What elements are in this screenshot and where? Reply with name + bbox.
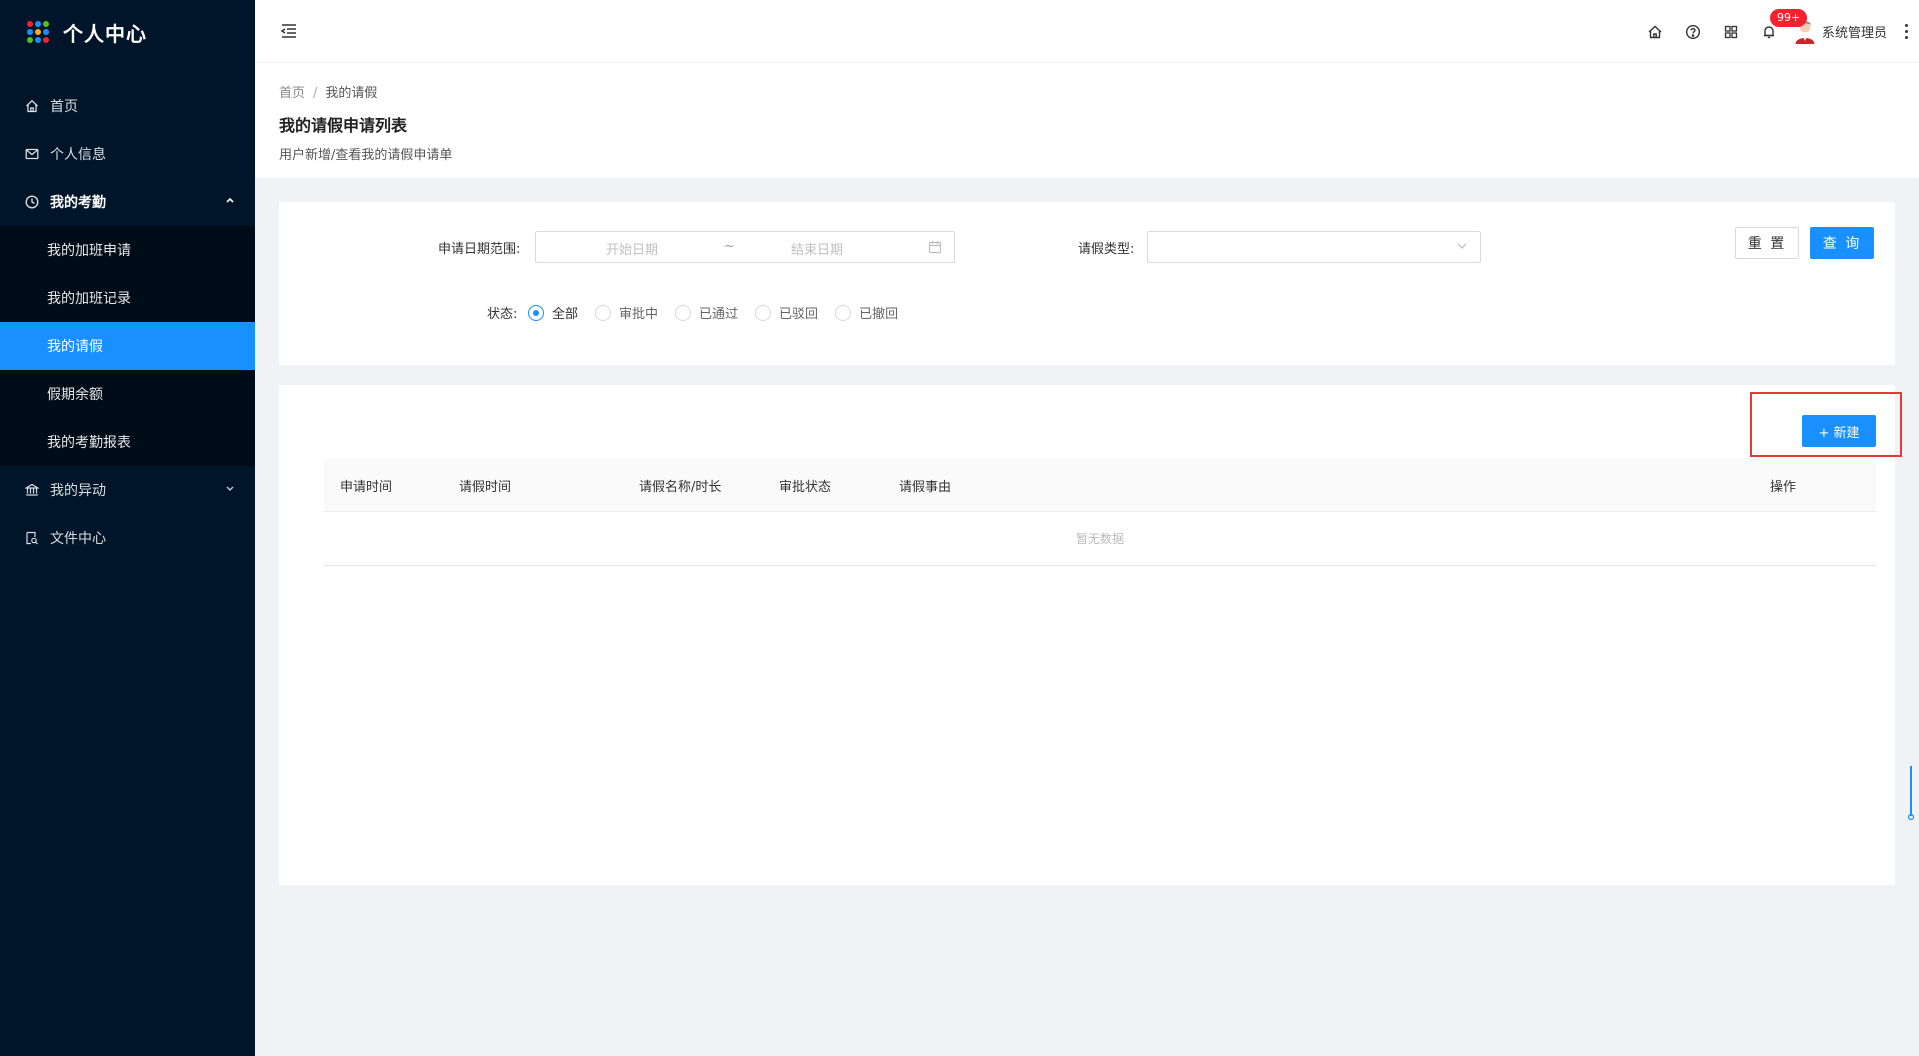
page-subtitle: 用户新增/查看我的请假申请单 [279, 148, 453, 163]
sidebar-item-label: 首页 [50, 99, 78, 115]
user-name: 系统管理员 [1821, 26, 1887, 41]
sidebar-item-my-attendance[interactable]: 我的考勤 [0, 178, 255, 226]
reset-button[interactable]: 重 置 [1735, 227, 1799, 259]
sidebar-item-overtime-records[interactable]: 我的加班记录 [0, 274, 255, 322]
notification-badge: 99+ [1769, 9, 1808, 27]
start-date-input[interactable]: 开始日期 [606, 239, 658, 258]
end-date-input[interactable]: 结束日期 [791, 239, 843, 258]
sidebar-menu: 首页 个人信息 我的考勤 我的加班申请 我的加班记录 我的请假 假期余额 我的考… [0, 82, 255, 562]
column-header[interactable]: 审批状态 [779, 476, 831, 495]
date-range-picker[interactable]: 开始日期 ~ 结束日期 [535, 231, 955, 263]
status-radio-withdrawn[interactable]: 已撤回 [835, 303, 898, 322]
app-grid-icon [27, 21, 49, 43]
clock-icon [24, 194, 40, 210]
status-radio-rejected[interactable]: 已驳回 [755, 303, 818, 322]
radio-dot [675, 304, 692, 321]
radio-dot [835, 304, 852, 321]
sidebar-item-label: 我的请假 [47, 339, 103, 355]
attendance-submenu: 我的加班申请 我的加班记录 我的请假 假期余额 我的考勤报表 [0, 226, 255, 466]
user-menu[interactable]: 系统管理员 [1794, 19, 1887, 45]
column-header[interactable]: 申请时间 [340, 476, 392, 495]
leave-table-card: + 新建 申请时间 请假时间 请假名称/时长 审批状态 请假事由 操作 暂无数据 [279, 385, 1902, 885]
breadcrumb-home[interactable]: 首页 [279, 86, 305, 101]
breadcrumb-current: 我的请假 [325, 86, 378, 101]
breadcrumb-separator: / [313, 86, 318, 101]
leave-type-label: 请假类型: [1078, 242, 1135, 257]
table-empty-row: 暂无数据 [324, 512, 1876, 566]
new-leave-button[interactable]: + 新建 [1802, 415, 1876, 447]
chevron-up-icon [225, 196, 235, 209]
top-header: 99+ 系统管理员 [255, 0, 1919, 63]
status-radio-pending[interactable]: 审批中 [595, 303, 658, 322]
column-header[interactable]: 请假名称/时长 [639, 476, 721, 495]
column-header[interactable]: 请假时间 [459, 476, 511, 495]
mail-icon [24, 146, 40, 162]
status-radio-all[interactable]: 全部 [528, 303, 578, 322]
sidebar-item-overtime-apply[interactable]: 我的加班申请 [0, 226, 255, 274]
range-separator: ~ [724, 239, 735, 254]
sidebar-item-attendance-report[interactable]: 我的考勤报表 [0, 418, 255, 466]
more-vertical-icon[interactable] [1899, 24, 1913, 39]
help-icon[interactable] [1674, 0, 1712, 63]
apps-icon[interactable] [1712, 0, 1750, 63]
home-icon [24, 98, 40, 114]
calendar-icon [928, 240, 942, 254]
notification-bell-icon[interactable]: 99+ [1750, 0, 1808, 63]
radio-label: 审批中 [619, 307, 659, 322]
leave-type-select[interactable] [1147, 231, 1481, 263]
logo[interactable]: 个人中心 [0, 0, 255, 64]
radio-label: 已通过 [699, 307, 739, 322]
page-title: 我的请假申请列表 [279, 116, 408, 135]
sidebar-item-personal-info[interactable]: 个人信息 [0, 130, 255, 178]
column-header[interactable]: 请假事由 [899, 476, 951, 495]
sidebar-item-label: 我的考勤报表 [47, 435, 131, 451]
radio-dot [755, 304, 772, 321]
search-form: 申请日期范围: 开始日期 ~ 结束日期 请假类型: 重 置 查 询 状态: 全部… [279, 202, 1895, 365]
status-radio-group: 全部 审批中 已通过 已驳回 已撤回 [528, 303, 915, 322]
radio-dot [595, 304, 612, 321]
file-search-icon [24, 530, 40, 546]
sidebar-item-file-center[interactable]: 文件中心 [0, 514, 255, 562]
status-label: 状态: [487, 307, 518, 322]
sidebar-item-label: 个人信息 [50, 147, 106, 163]
radio-label: 已撤回 [859, 307, 899, 322]
status-radio-approved[interactable]: 已通过 [675, 303, 738, 322]
menu-fold-icon[interactable] [279, 21, 299, 41]
chevron-down-icon [1456, 240, 1468, 252]
sidebar: 个人中心 首页 个人信息 我的考勤 我的加班申请 我的加班记录 我的请假 假期余… [0, 0, 255, 1056]
sidebar-item-label: 我的加班记录 [47, 291, 131, 307]
bank-icon [24, 482, 40, 498]
sidebar-item-label: 我的异动 [50, 483, 106, 499]
sidebar-item-my-leave[interactable]: 我的请假 [0, 322, 255, 370]
sidebar-item-home[interactable]: 首页 [0, 82, 255, 130]
sidebar-item-label: 文件中心 [50, 531, 106, 547]
home-icon[interactable] [1636, 0, 1674, 63]
radio-label: 全部 [552, 307, 579, 322]
table-header: 申请时间 请假时间 请假名称/时长 审批状态 请假事由 操作 [324, 458, 1876, 512]
sidebar-item-leave-balance[interactable]: 假期余额 [0, 370, 255, 418]
sidebar-item-label: 假期余额 [47, 387, 103, 403]
empty-text: 暂无数据 [1075, 532, 1124, 546]
app-title: 个人中心 [63, 21, 147, 46]
query-button[interactable]: 查 询 [1810, 227, 1874, 259]
page-header: 首页 / 我的请假 我的请假申请列表 用户新增/查看我的请假申请单 [255, 63, 1919, 178]
sidebar-item-label: 我的加班申请 [47, 243, 131, 259]
radio-label: 已驳回 [779, 307, 819, 322]
sidebar-item-label: 我的考勤 [50, 195, 106, 211]
breadcrumb: 首页 / 我的请假 [279, 82, 377, 101]
scrollbar-handle[interactable] [1907, 766, 1915, 822]
chevron-down-icon [225, 484, 235, 497]
sidebar-item-my-changes[interactable]: 我的异动 [0, 466, 255, 514]
header-actions: 99+ 系统管理员 [1636, 0, 1919, 63]
column-header[interactable]: 操作 [1770, 476, 1796, 495]
radio-dot [528, 304, 544, 321]
date-range-label: 申请日期范围: [438, 242, 521, 257]
